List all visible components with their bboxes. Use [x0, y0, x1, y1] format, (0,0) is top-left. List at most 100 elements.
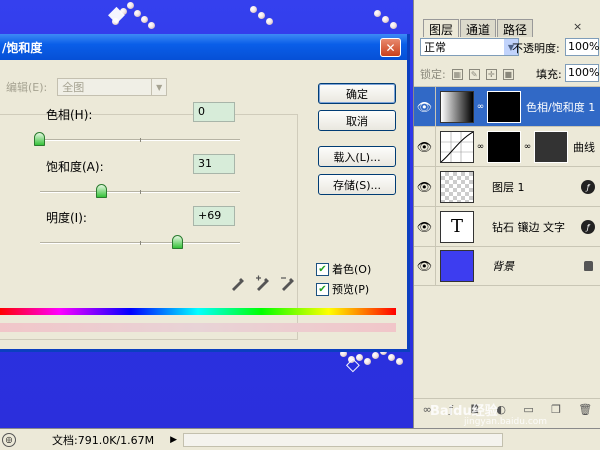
- saturation-slider-thumb[interactable]: [96, 184, 107, 198]
- dialog-title-bar[interactable]: /饱和度: [0, 34, 407, 60]
- eye-icon[interactable]: 👁: [414, 126, 436, 167]
- colorize-label: 着色(O): [332, 263, 372, 276]
- opacity-input[interactable]: 100%: [565, 38, 599, 56]
- vector-mask-thumbnail: [534, 130, 568, 163]
- eye-icon[interactable]: 👁: [414, 86, 436, 127]
- pearl-decoration: [250, 6, 257, 13]
- layer-row[interactable]: 👁 图层 1 ƒ: [414, 166, 600, 207]
- layer-effects-icon[interactable]: ƒ: [581, 180, 595, 194]
- blend-mode-value: 正常: [424, 41, 446, 54]
- layer-name: 图层 1: [492, 180, 525, 194]
- hue-saturation-dialog: /饱和度 ✕ 编辑(E): 全图 ▼ 色相(H): 0 饱和度(A): 31 明…: [0, 34, 410, 352]
- zoom-icon[interactable]: ◎: [2, 432, 16, 447]
- lock-transparency-icon[interactable]: ▦: [451, 68, 463, 80]
- layer-effects-icon[interactable]: ƒ: [581, 220, 595, 234]
- horizontal-scrollbar[interactable]: [183, 432, 504, 447]
- layer-name: 色相/饱和度 1: [526, 100, 596, 114]
- tab-layers[interactable]: 图层: [423, 19, 460, 37]
- eyedropper-icon[interactable]: [230, 275, 246, 291]
- pearl-decoration: [390, 22, 397, 29]
- text-layer-icon: T: [440, 210, 474, 243]
- layer-name: 背景: [492, 260, 514, 273]
- trash-icon[interactable]: 🗑: [578, 403, 592, 416]
- edit-label: 编辑(E):: [6, 81, 48, 94]
- lightness-input[interactable]: +69: [193, 206, 235, 226]
- new-layer-icon[interactable]: ❐: [551, 403, 561, 416]
- layer-name: 钻石 镶边 文字: [492, 220, 565, 234]
- slider-tick: [140, 190, 141, 194]
- curves-graph-icon: [440, 131, 474, 162]
- layer-row[interactable]: 👁 背景: [414, 246, 600, 286]
- saturation-label: 饱和度(A):: [46, 160, 104, 174]
- watermark-url: jingyan.baidu.com: [464, 417, 548, 427]
- edit-dropdown[interactable]: 全图 ▼: [57, 78, 168, 96]
- close-icon: ✕: [385, 40, 396, 55]
- saturation-slider-track[interactable]: [40, 190, 240, 194]
- save-button[interactable]: 存储(S)...: [318, 174, 396, 195]
- hue-slider-track[interactable]: [40, 138, 240, 142]
- close-icon[interactable]: ×: [573, 20, 582, 33]
- background-thumbnail: [440, 250, 474, 282]
- adjustment-thumbnail: [440, 90, 474, 123]
- new-group-icon[interactable]: ▭: [523, 403, 533, 416]
- eye-icon[interactable]: 👁: [414, 206, 436, 247]
- lightness-slider-thumb[interactable]: [172, 235, 183, 249]
- saturation-input[interactable]: 31: [193, 154, 235, 174]
- pearl-decoration: [141, 16, 148, 23]
- colorize-checkbox[interactable]: ✔: [316, 262, 329, 276]
- pearl-decoration: [127, 2, 134, 9]
- link-icon: ∞: [523, 141, 532, 152]
- play-icon[interactable]: ▶: [170, 435, 177, 445]
- lock-icon: [584, 261, 593, 271]
- pearl-decoration: [372, 352, 379, 359]
- lightness-slider-track[interactable]: [40, 241, 240, 245]
- preview-label: 预览(P): [332, 283, 370, 296]
- fill-input[interactable]: 100%: [565, 64, 599, 82]
- lock-position-icon[interactable]: ✛: [485, 68, 497, 80]
- eyedropper-minus-icon[interactable]: [280, 275, 296, 291]
- cancel-button[interactable]: 取消: [318, 110, 396, 131]
- chevron-down-icon: ▼: [151, 79, 166, 95]
- pearl-decoration: [266, 18, 273, 25]
- curves-thumbnail: [440, 130, 474, 163]
- lock-label: 锁定:: [420, 68, 446, 81]
- edit-dropdown-value: 全图: [62, 81, 85, 94]
- pearl-decoration: [364, 358, 371, 365]
- pearl-decoration: [396, 358, 403, 365]
- diamond-shape-decoration: ◇: [346, 354, 360, 375]
- slider-tick: [140, 138, 141, 142]
- hue-input[interactable]: 0: [193, 102, 235, 122]
- layers-panel: 图层 通道 路径 × 正常 ▼ 不透明度: 100% 锁定: ▦ ✎ ✛ ■ 填…: [413, 0, 600, 428]
- eyedropper-plus-icon[interactable]: [255, 275, 271, 291]
- lock-row: 锁定: ▦ ✎ ✛ ■: [420, 66, 514, 82]
- eye-icon[interactable]: 👁: [414, 246, 436, 286]
- layer-row[interactable]: 👁 ∞ 色相/饱和度 1: [414, 86, 600, 127]
- fill-label: 填充:: [536, 68, 562, 81]
- tab-channels[interactable]: 通道: [460, 19, 497, 37]
- lightness-label: 明度(I):: [46, 211, 87, 225]
- colorize-checkbox-row[interactable]: ✔ 着色(O): [316, 261, 371, 277]
- tab-paths[interactable]: 路径: [497, 19, 534, 37]
- status-bar: ◎ 文档:791.0K/1.67M ▶: [0, 428, 600, 450]
- layer-row[interactable]: 👁 ∞ ∞ 曲线: [414, 126, 600, 167]
- eye-icon[interactable]: 👁: [414, 166, 436, 207]
- adjustment-group: [0, 114, 298, 340]
- opacity-label: 不透明度:: [512, 42, 560, 55]
- layer-row[interactable]: 👁 T 钻石 镶边 文字 ƒ: [414, 206, 600, 247]
- blend-mode-dropdown[interactable]: 正常 ▼: [420, 38, 519, 56]
- output-color-bar: [0, 323, 396, 332]
- edit-row: 编辑(E): 全图 ▼: [6, 78, 168, 96]
- lock-pixels-icon[interactable]: ✎: [468, 68, 480, 80]
- hue-slider-thumb[interactable]: [34, 132, 45, 146]
- preview-checkbox[interactable]: ✔: [316, 282, 329, 296]
- diamond-shape-decoration: ◆: [108, 2, 125, 27]
- layer-name: 曲线: [573, 140, 595, 154]
- ok-button[interactable]: 确定: [318, 83, 396, 104]
- preview-checkbox-row[interactable]: ✔ 预览(P): [316, 281, 369, 297]
- load-button[interactable]: 载入(L)...: [318, 146, 396, 167]
- pearl-decoration: [382, 16, 389, 23]
- close-button[interactable]: ✕: [380, 38, 401, 57]
- layer-mask-thumbnail: [487, 130, 521, 163]
- lock-all-icon[interactable]: ■: [502, 68, 514, 80]
- layer-mask-thumbnail: [487, 90, 521, 123]
